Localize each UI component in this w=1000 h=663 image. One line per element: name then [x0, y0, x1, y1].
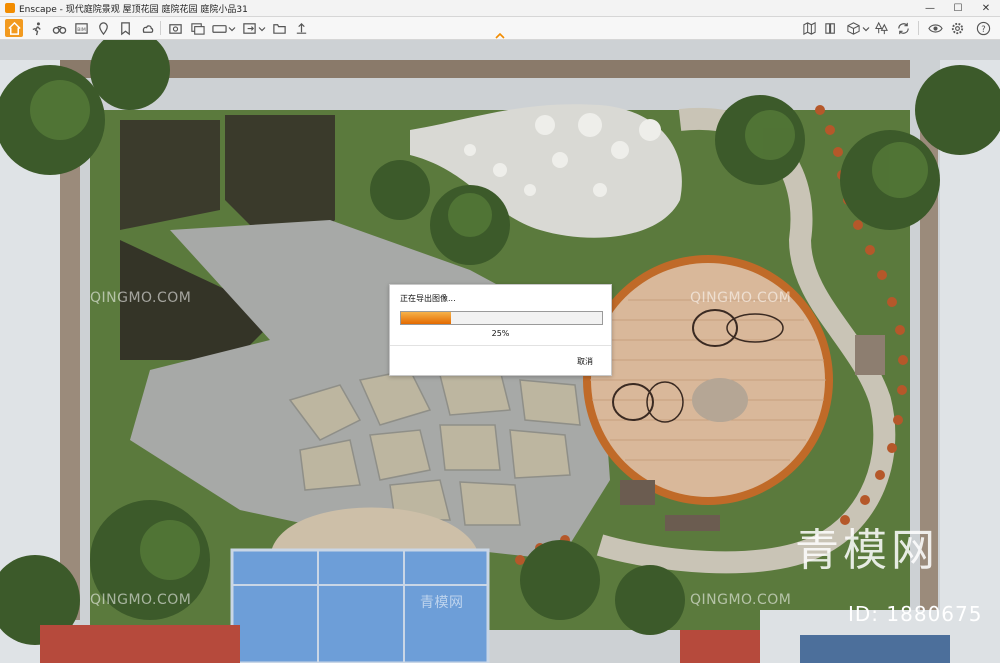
dialog-divider [390, 345, 611, 346]
watermark-id: ID: 1880675 [848, 602, 983, 626]
dialog-title: 正在导出图像... [400, 294, 456, 303]
title-bar: Enscape - 现代庭院景观 屋顶花园 庭院花园 庭院小品31 — ☐ ✕ [0, 0, 1000, 17]
help-icon[interactable]: ? [974, 19, 992, 37]
maximize-button[interactable]: ☐ [944, 0, 972, 16]
watermark-site: QINGMO.COM [90, 592, 192, 608]
batch-render-icon[interactable] [188, 19, 206, 37]
trees-icon[interactable] [872, 19, 890, 37]
binoculars-icon[interactable] [50, 19, 68, 37]
toolbar-separator [160, 21, 161, 35]
watermark-site: QINGMO.COM [690, 290, 792, 306]
cube-icon[interactable] [844, 19, 862, 37]
window-title: Enscape - 现代庭院景观 屋顶花园 庭院花园 庭院小品31 [19, 4, 248, 15]
watermark-brand-small: 青模网 [420, 595, 464, 611]
watermark-site: QINGMO.COM [90, 290, 192, 306]
watermark-brand: 青模网 [795, 525, 939, 576]
toolbar-separator [918, 21, 919, 35]
pin-icon[interactable] [94, 19, 112, 37]
panorama-icon[interactable] [210, 19, 228, 37]
cancel-button[interactable]: 取消 [577, 356, 593, 367]
sync-icon[interactable] [894, 19, 912, 37]
enscape-logo-icon [5, 3, 15, 13]
collapse-toolbar-icon[interactable] [494, 26, 506, 39]
export-progress-dialog: 正在导出图像... 25% 取消 [389, 284, 612, 376]
svg-text:BIM: BIM [77, 26, 86, 32]
bim-icon[interactable]: BIM [72, 19, 90, 37]
panorama-dropdown-icon[interactable] [228, 19, 236, 37]
bookmark-icon[interactable] [116, 19, 134, 37]
progress-bar-fill [401, 312, 452, 324]
progress-percent: 25% [491, 329, 510, 338]
walk-icon[interactable] [28, 19, 46, 37]
visual-settings-icon[interactable] [926, 19, 944, 37]
svg-text:?: ? [981, 23, 985, 33]
folder-icon[interactable] [270, 19, 288, 37]
cube-dropdown-icon[interactable] [862, 19, 870, 37]
cloud-icon[interactable] [138, 19, 156, 37]
export-icon[interactable] [240, 19, 258, 37]
close-button[interactable]: ✕ [972, 0, 1000, 16]
progress-bar [400, 311, 603, 325]
asset-library-icon[interactable] [822, 19, 840, 37]
minimize-button[interactable]: — [916, 0, 944, 16]
watermark-site: QINGMO.COM [690, 592, 792, 608]
export-dropdown-icon[interactable] [258, 19, 266, 37]
map-icon[interactable] [800, 19, 818, 37]
screenshot-icon[interactable] [166, 19, 184, 37]
home-icon[interactable] [5, 19, 23, 37]
upload-icon[interactable] [292, 19, 310, 37]
settings-icon[interactable] [948, 19, 966, 37]
